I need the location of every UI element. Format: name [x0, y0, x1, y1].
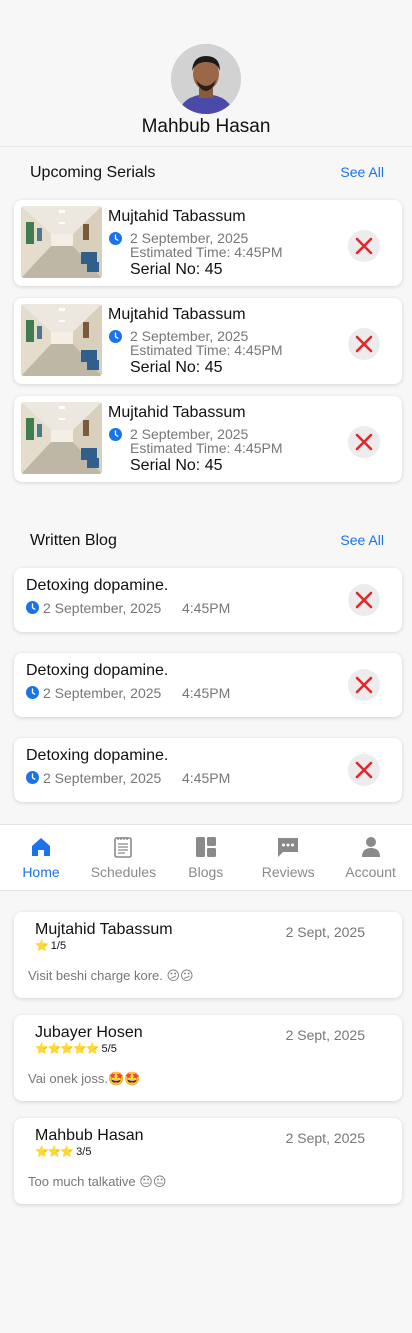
nav-label: Blogs [188, 864, 224, 880]
review-card: Mujtahid Tabassum 2 Sept, 2025 ⭐ 1/5 Vis… [14, 912, 402, 998]
clock-icon [109, 330, 122, 343]
see-all-blogs-link[interactable]: See All [340, 532, 384, 548]
reviews-icon [276, 835, 300, 859]
delete-blog-button[interactable] [348, 669, 380, 701]
bottom-navigation: Home Schedules Blogs Reviews Account [0, 824, 412, 891]
blog-title: Detoxing dopamine. [26, 747, 169, 764]
blogs-icon [194, 835, 218, 859]
profile-name: Mahbub Hasan [141, 116, 271, 137]
review-date: 2 Sept, 2025 [285, 924, 365, 940]
serial-card[interactable]: Mujtahid Tabassum 2 September, 2025 Esti… [14, 200, 402, 286]
star-icon: ⭐⭐⭐ [35, 1146, 74, 1158]
blog-title: Detoxing dopamine. [26, 577, 169, 594]
review-date: 2 Sept, 2025 [285, 1130, 365, 1146]
nav-item-reviews[interactable]: Reviews [247, 825, 329, 891]
blog-card[interactable]: Detoxing dopamine. 2 September, 2025 4:4… [14, 738, 402, 802]
blog-time: 4:45PM [182, 685, 231, 701]
review-rating: ⭐ 1/5 [35, 939, 66, 952]
serial-number: Serial No: 45 [130, 457, 223, 474]
reviewer-name: Mujtahid Tabassum [35, 921, 173, 938]
estimated-time: Estimated Time: 4:45PM [130, 244, 283, 260]
blog-title: Detoxing dopamine. [26, 662, 169, 679]
nav-label: Account [345, 864, 396, 880]
nav-label: Schedules [90, 864, 157, 880]
review-card: Mahbub Hasan 2 Sept, 2025 ⭐⭐⭐ 3/5 Too mu… [14, 1118, 402, 1204]
cancel-serial-button[interactable] [348, 230, 380, 262]
serial-card[interactable]: Mujtahid Tabassum 2 September, 2025 Esti… [14, 396, 402, 482]
cancel-serial-button[interactable] [348, 426, 380, 458]
review-card: Jubayer Hosen 2 Sept, 2025 ⭐⭐⭐⭐⭐ 5/5 Vai… [14, 1015, 402, 1101]
written-blog-header: Written Blog See All [30, 532, 384, 554]
review-rating: ⭐⭐⭐ 3/5 [35, 1145, 91, 1158]
section-title: Upcoming Serials [30, 164, 156, 181]
blog-date: 2 September, 2025 [43, 600, 162, 616]
divider [0, 146, 412, 147]
delete-blog-button[interactable] [348, 584, 380, 616]
nav-item-account[interactable]: Account [330, 825, 412, 891]
reviewer-name: Jubayer Hosen [35, 1024, 143, 1041]
blog-time: 4:45PM [182, 600, 231, 616]
blog-date: 2 September, 2025 [43, 770, 162, 786]
hospital-corridor-image [21, 304, 102, 376]
clock-icon [26, 771, 39, 784]
blog-time: 4:45PM [182, 770, 231, 786]
account-icon [359, 835, 383, 859]
clock-icon [26, 601, 39, 614]
star-icon: ⭐⭐⭐⭐⭐ [35, 1043, 99, 1055]
clock-icon [26, 686, 39, 699]
estimated-time: Estimated Time: 4:45PM [130, 342, 283, 358]
estimated-time: Estimated Time: 4:45PM [130, 440, 283, 456]
review-comment: Too much talkative 😐😐 [28, 1174, 167, 1189]
reviewer-name: Mahbub Hasan [35, 1127, 144, 1144]
rating-value: 3/5 [76, 1146, 92, 1158]
delete-blog-button[interactable] [348, 754, 380, 786]
avatar[interactable] [171, 44, 241, 114]
section-title: Written Blog [30, 532, 117, 549]
upcoming-serials-header: Upcoming Serials See All [30, 164, 384, 186]
hospital-corridor-image [21, 402, 102, 474]
schedule-icon [111, 835, 135, 859]
review-date: 2 Sept, 2025 [285, 1027, 365, 1043]
home-icon [29, 835, 53, 859]
cancel-serial-button[interactable] [348, 328, 380, 360]
nav-item-blogs[interactable]: Blogs [165, 825, 247, 891]
clock-icon [109, 428, 122, 441]
hospital-corridor-image [21, 206, 102, 278]
rating-value: 5/5 [101, 1043, 117, 1055]
doctor-name: Mujtahid Tabassum [108, 208, 246, 225]
doctor-name: Mujtahid Tabassum [108, 306, 246, 323]
review-comment: Vai onek joss.🤩🤩 [28, 1071, 141, 1086]
clock-icon [109, 232, 122, 245]
rating-value: 1/5 [50, 940, 67, 952]
serial-number: Serial No: 45 [130, 359, 223, 376]
blog-date: 2 September, 2025 [43, 685, 162, 701]
nav-item-schedules[interactable]: Schedules [82, 825, 164, 891]
nav-label: Reviews [261, 864, 315, 880]
see-all-serials-link[interactable]: See All [340, 164, 384, 180]
nav-item-home[interactable]: Home [0, 825, 82, 891]
nav-label: Home [22, 864, 60, 880]
star-icon: ⭐ [35, 940, 49, 952]
review-rating: ⭐⭐⭐⭐⭐ 5/5 [35, 1042, 117, 1055]
review-comment: Visit beshi charge kore. 😕😕 [28, 968, 194, 983]
blog-card[interactable]: Detoxing dopamine. 2 September, 2025 4:4… [14, 568, 402, 632]
profile-header: Mahbub Hasan [0, 0, 412, 148]
blog-card[interactable]: Detoxing dopamine. 2 September, 2025 4:4… [14, 653, 402, 717]
serial-card[interactable]: Mujtahid Tabassum 2 September, 2025 Esti… [14, 298, 402, 384]
doctor-name: Mujtahid Tabassum [108, 404, 246, 421]
serial-number: Serial No: 45 [130, 261, 223, 278]
